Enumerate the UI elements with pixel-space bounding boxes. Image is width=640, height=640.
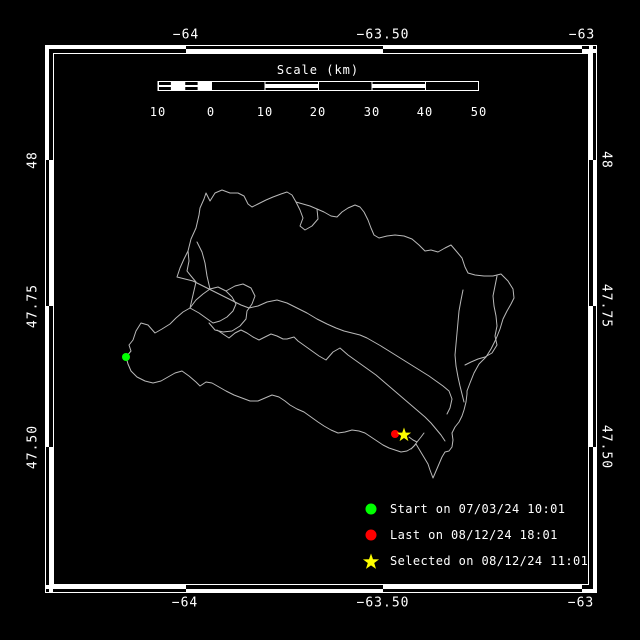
axis-label-top-2: −63 <box>569 28 595 43</box>
scalebar-label-0: 10 <box>150 105 166 119</box>
legend-item-start: Start on 07/03/24 10:01 <box>358 496 588 522</box>
tracking-map-screen: −64 −63.50 −63 −64 −63.50 −63 48 47.75 4… <box>0 0 640 640</box>
legend-item-last: Last on 08/12/24 18:01 <box>358 522 588 548</box>
track-segment-1 <box>177 251 452 414</box>
scalebar-label-3: 20 <box>310 105 326 119</box>
axis-label-left-2: 47.50 <box>26 425 41 469</box>
legend-item-selected: Selected on 08/12/24 11:01 <box>358 548 588 574</box>
selected-point[interactable] <box>397 428 411 442</box>
axis-label-top-0: −64 <box>173 28 199 43</box>
legend-label-selected: Selected on 08/12/24 11:01 <box>390 554 588 568</box>
track-segment-9 <box>217 330 445 441</box>
legend: Start on 07/03/24 10:01 Last on 08/12/24… <box>358 496 588 574</box>
track-segment-10 <box>409 437 417 449</box>
scalebar-label-2: 10 <box>257 105 273 119</box>
scalebar-title: Scale (km) <box>277 63 359 77</box>
axis-label-left-1: 47.75 <box>26 284 41 328</box>
scalebar-label-6: 50 <box>471 105 487 119</box>
scalebar-label-5: 40 <box>417 105 433 119</box>
axis-label-bottom-0: −64 <box>172 596 198 611</box>
track-segment-8 <box>296 202 318 230</box>
legend-label-last: Last on 08/12/24 18:01 <box>390 528 558 542</box>
axis-label-left-0: 48 <box>26 151 41 169</box>
start-point[interactable] <box>122 353 130 361</box>
track-segment-6 <box>455 290 464 402</box>
track-segment-11 <box>417 433 424 442</box>
axis-label-bottom-1: −63.50 <box>357 596 410 611</box>
last-point[interactable] <box>391 430 399 438</box>
last-marker-icon <box>358 524 384 546</box>
axis-label-bottom-2: −63 <box>568 596 594 611</box>
scalebar-label-4: 30 <box>364 105 380 119</box>
track-segment-7 <box>465 276 497 365</box>
track-segment-5 <box>126 357 467 478</box>
axis-label-right-0: 48 <box>599 151 614 169</box>
axis-label-right-2: 47.50 <box>599 425 614 469</box>
axis-label-top-1: −63.50 <box>357 28 410 43</box>
axis-label-right-1: 47.75 <box>599 284 614 328</box>
legend-label-start: Start on 07/03/24 10:01 <box>390 502 565 516</box>
track-segment-2 <box>190 287 236 323</box>
scalebar-label-1: 0 <box>207 105 215 119</box>
selected-marker-icon <box>358 550 384 572</box>
track-segment-3 <box>197 242 210 289</box>
start-marker-icon <box>358 498 384 520</box>
